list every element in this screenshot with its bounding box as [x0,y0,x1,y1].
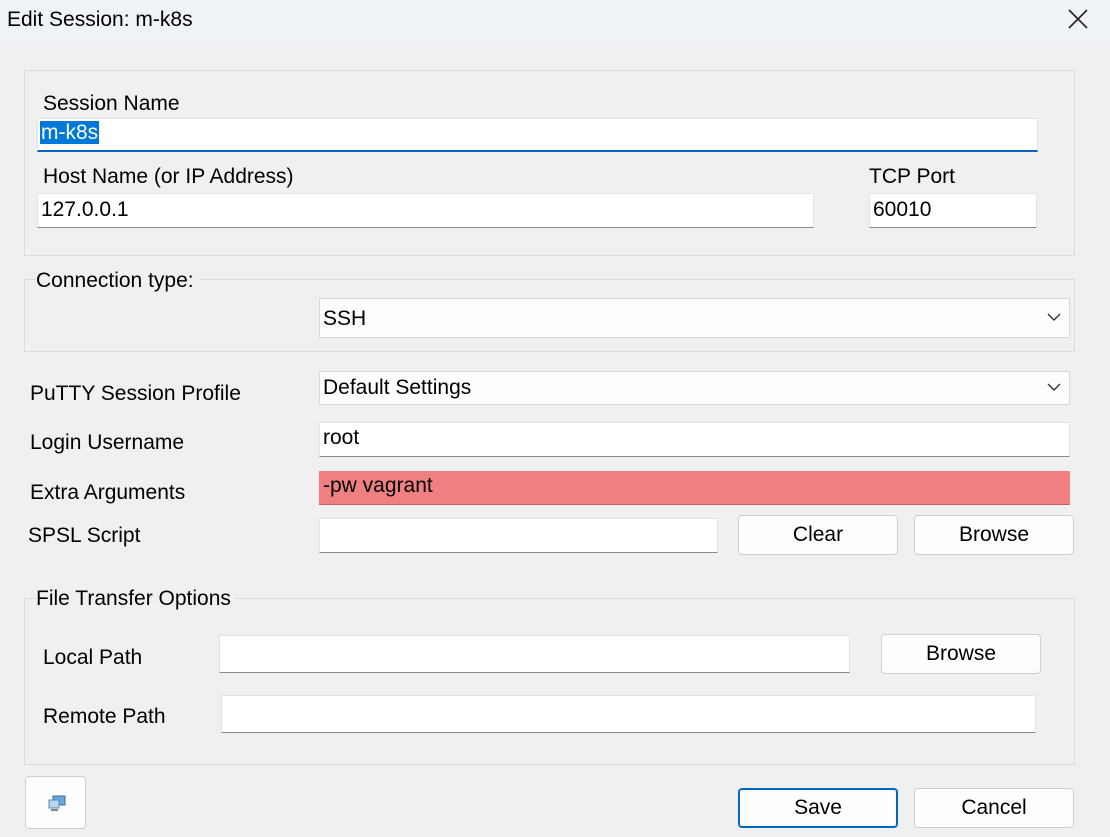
local-path-field[interactable] [219,635,850,673]
putty-profile-value: Default Settings [323,376,472,399]
extra-arguments-label: Extra Arguments [30,481,186,504]
tcp-port-field[interactable]: 60010 [869,193,1037,228]
title-bar: Edit Session: m-k8s [0,0,1110,44]
connection-type-label: Connection type: [36,269,198,293]
chevron-down-icon [1047,383,1061,391]
local-path-browse-button[interactable]: Browse [881,634,1041,674]
close-icon [1068,9,1088,29]
save-button[interactable]: Save [738,788,898,828]
session-name-label: Session Name [43,92,180,115]
extra-arguments-field[interactable]: -pw vagrant [319,471,1070,505]
session-group [24,70,1075,256]
session-icon-button[interactable] [25,776,86,829]
login-username-field[interactable]: root [319,422,1070,457]
cancel-button[interactable]: Cancel [914,788,1074,828]
putty-profile-label: PuTTY Session Profile [30,382,241,405]
host-name-field[interactable]: 127.0.0.1 [37,193,814,228]
remote-path-label: Remote Path [43,705,166,728]
file-transfer-label: File Transfer Options [36,587,235,611]
spsl-script-label: SPSL Script [28,524,141,547]
chevron-down-icon [1047,313,1061,321]
clear-button[interactable]: Clear [738,515,898,555]
login-username-label: Login Username [30,431,185,454]
spsl-script-field[interactable] [319,518,718,553]
connection-type-value: SSH [323,307,367,330]
close-button[interactable] [1058,0,1098,40]
connection-type-select[interactable]: SSH [319,298,1070,338]
remote-path-field[interactable] [221,695,1036,733]
spsl-browse-button[interactable]: Browse [914,515,1074,555]
host-name-label: Host Name (or IP Address) [43,165,294,188]
tcp-port-label: TCP Port [869,165,955,188]
local-path-label: Local Path [43,646,143,669]
computer-icon [48,795,66,811]
file-transfer-group [24,598,1075,765]
window-title: Edit Session: m-k8s [7,8,193,31]
putty-profile-select[interactable]: Default Settings [319,371,1070,405]
session-name-field[interactable]: m-k8s [37,118,1038,152]
session-name-selected-text: m-k8s [40,121,100,144]
